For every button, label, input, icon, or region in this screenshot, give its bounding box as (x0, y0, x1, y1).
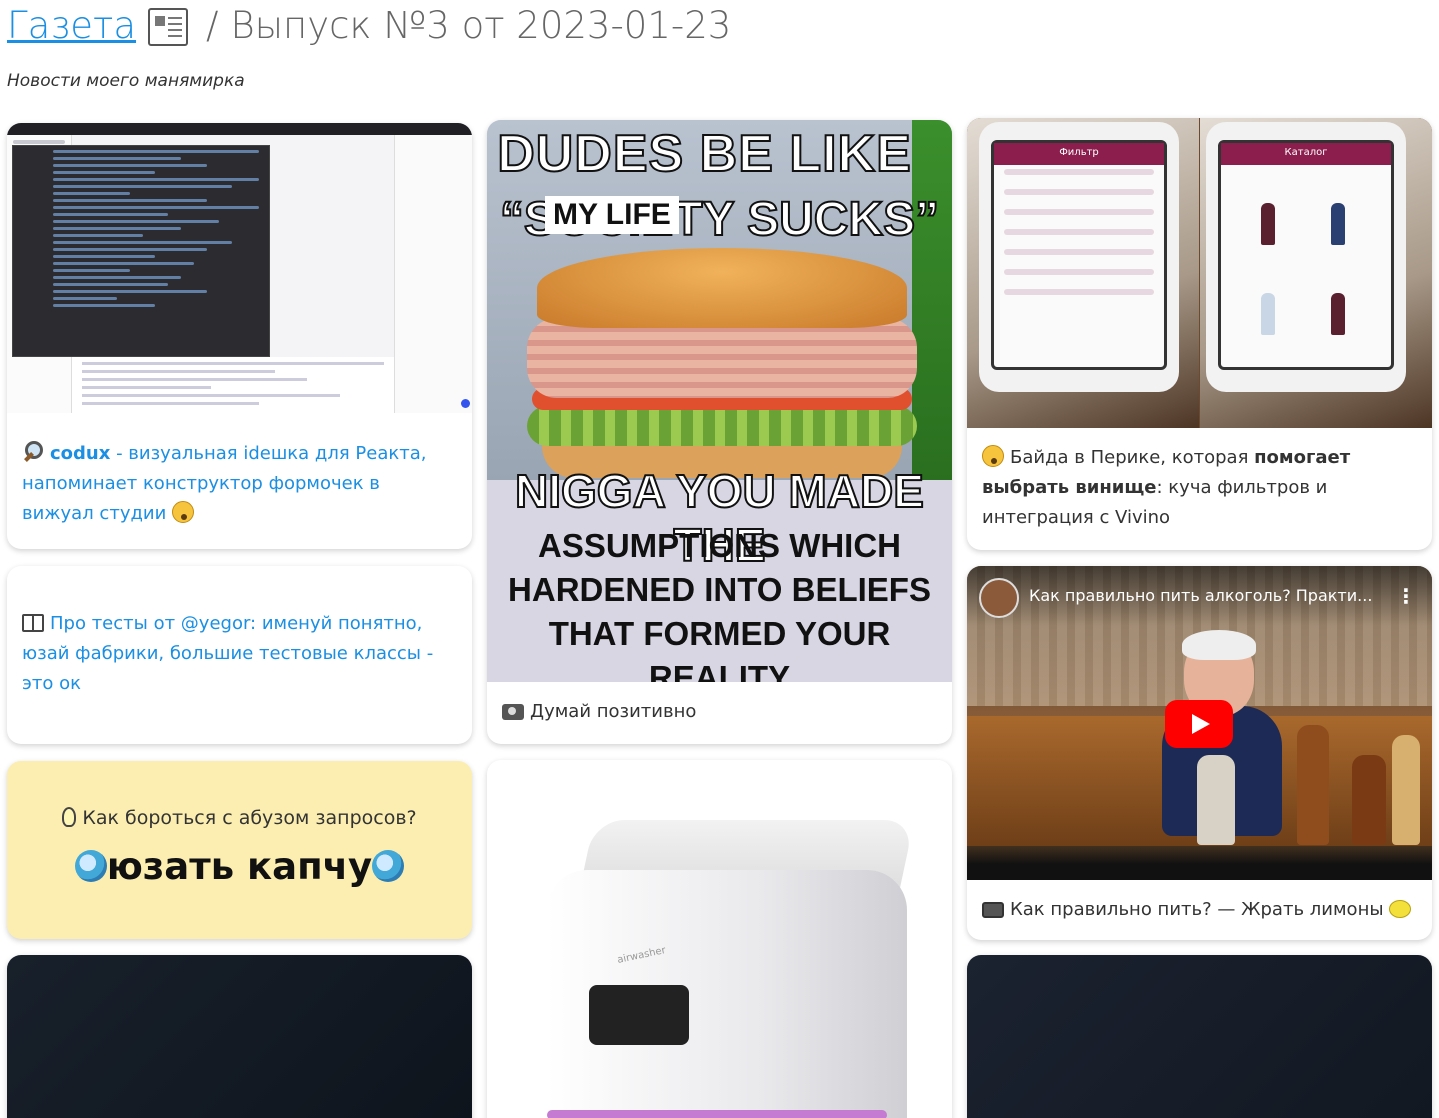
wine-caption: Байда в Перике, которая помогает выбрать… (982, 445, 1351, 528)
card-dark-left[interactable] (7, 955, 472, 1118)
meme-line-4: ASSUMPTIONS WHICH HARDENED INTO BELIEFS … (508, 527, 931, 682)
kiosk-filter-title: Фильтр (1059, 147, 1099, 158)
book-icon (22, 614, 44, 632)
codux-name[interactable]: codux (50, 443, 110, 464)
tests-caption[interactable]: Про тесты от @yegor: именуй понятно, юза… (22, 609, 457, 699)
video-caption: Как правильно пить? — Жрать лимоны (982, 895, 1417, 925)
meme-caption: Думай позитивно (502, 697, 937, 727)
captcha-answer: юзать капчу (7, 845, 472, 888)
card-wine-kiosk[interactable]: Фильтр Каталог Байда в Перике, которая п… (967, 118, 1432, 550)
page-header: Газета / Выпуск №3 от 2023-01-23 (7, 0, 731, 50)
card-video[interactable]: Как правильно пить алкоголь? Практи... ⋮… (967, 566, 1432, 940)
meme-image: DUDES BE LIKE “SOCIETY SUCKS” MY LIFE NI… (487, 120, 952, 682)
meme-line-1: DUDES BE LIKE (496, 124, 912, 184)
airwasher-image: airwasher (547, 820, 915, 1118)
newspaper-icon (148, 8, 189, 46)
wine-kiosk-image: Фильтр Каталог (967, 118, 1432, 428)
home-link[interactable]: Газета (7, 4, 194, 47)
card-captcha: Как бороться с абузом запросов? юзать ка… (7, 761, 472, 939)
codux-caption[interactable]: codux - визуальная idешка для Реакта, на… (22, 439, 457, 529)
meme-overlay: MY LIFE (545, 196, 679, 234)
magnifier-icon (22, 440, 44, 462)
kiosk-catalog-title: Каталог (1284, 147, 1328, 158)
video-title[interactable]: Как правильно пить алкоголь? Практи... (1029, 586, 1372, 605)
lemon-icon (1389, 900, 1412, 918)
camera-icon (502, 704, 524, 720)
card-airwasher[interactable]: airwasher (487, 760, 952, 1118)
tests-link[interactable]: Про тесты от @yegor: именуй понятно, юза… (22, 613, 433, 694)
surprised-face-icon (982, 445, 1004, 467)
breadcrumb-separator: / (206, 3, 219, 47)
card-codux[interactable]: codux - визуальная idешка для Реакта, на… (7, 123, 472, 549)
play-button[interactable] (1165, 700, 1233, 748)
page-subtitle: Новости моего манямирка (7, 71, 245, 91)
channel-avatar[interactable] (979, 578, 1019, 618)
card-meme[interactable]: DUDES BE LIKE “SOCIETY SUCKS” MY LIFE NI… (487, 120, 952, 744)
more-options-icon[interactable]: ⋮ (1396, 584, 1416, 608)
card-tests[interactable]: Про тесты от @yegor: именуй понятно, юза… (7, 566, 472, 744)
tv-icon (982, 902, 1004, 918)
video-player[interactable]: Как правильно пить алкоголь? Практи... ⋮ (967, 566, 1432, 880)
captcha-question: Как бороться с абузом запросов? (7, 807, 472, 829)
card-dark-right[interactable] (967, 955, 1432, 1118)
issue-title: Выпуск №3 от 2023-01-23 (230, 3, 732, 47)
waving-hand-icon (372, 850, 405, 882)
codux-screenshot (7, 123, 472, 413)
upside-down-face-icon (172, 501, 195, 523)
waving-hand-icon (74, 850, 107, 882)
sandwich-image (527, 248, 917, 488)
lightbulb-icon (62, 807, 77, 827)
